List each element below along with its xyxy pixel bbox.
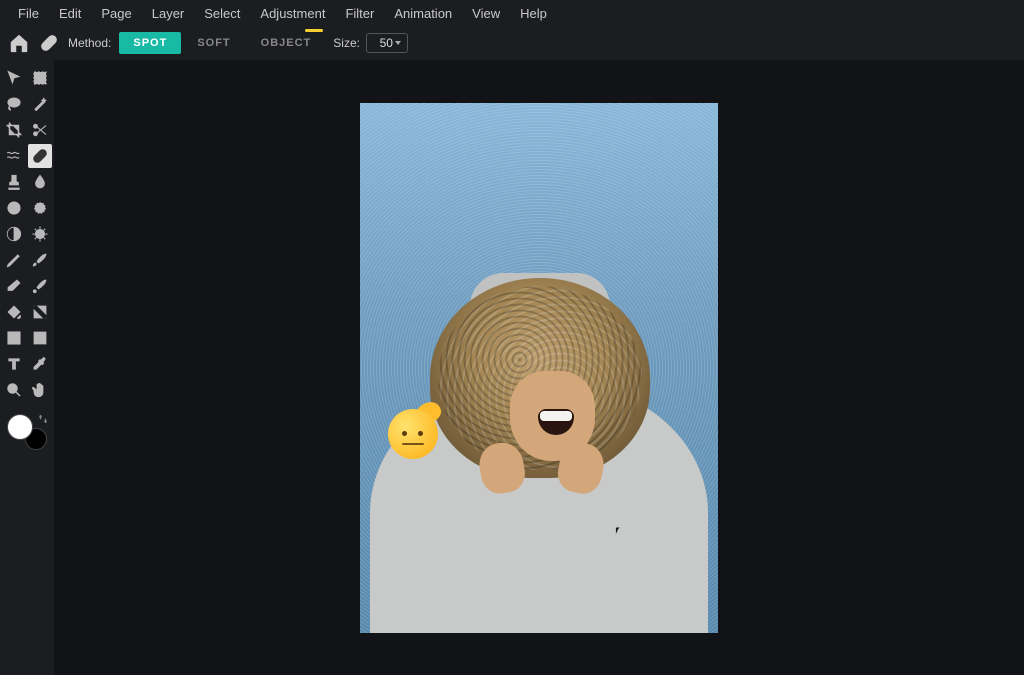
- canvas-area[interactable]: END: [54, 60, 1024, 675]
- menu-adjustment[interactable]: Adjustment: [250, 2, 335, 25]
- tool-scissors[interactable]: [28, 118, 52, 142]
- swap-colors-icon[interactable]: [37, 412, 49, 430]
- tool-hand[interactable]: [28, 378, 52, 402]
- tool-zoom[interactable]: [2, 378, 26, 402]
- method-spot[interactable]: SPOT: [119, 32, 181, 54]
- menu-filter[interactable]: Filter: [335, 2, 384, 25]
- chevron-down-icon: [395, 41, 401, 45]
- heal-tool-icon[interactable]: [38, 32, 60, 54]
- tool-stamp[interactable]: [2, 170, 26, 194]
- menu-page[interactable]: Page: [91, 2, 141, 25]
- tool-sponge[interactable]: [28, 222, 52, 246]
- method-buttons: SPOT SOFT OBJECT: [119, 32, 325, 54]
- tool-fill[interactable]: [2, 300, 26, 324]
- menu-layer[interactable]: Layer: [142, 2, 195, 25]
- menu-file[interactable]: File: [8, 2, 49, 25]
- menu-help[interactable]: Help: [510, 2, 557, 25]
- menu-view[interactable]: View: [462, 2, 510, 25]
- foreground-color-swatch[interactable]: [7, 414, 33, 440]
- method-object[interactable]: OBJECT: [247, 32, 326, 54]
- color-swatches[interactable]: [7, 414, 47, 454]
- tool-liquify[interactable]: [2, 144, 26, 168]
- tool-sidebar: [0, 60, 54, 675]
- method-soft[interactable]: SOFT: [183, 32, 244, 54]
- menu-edit[interactable]: Edit: [49, 2, 91, 25]
- tool-frame[interactable]: [28, 326, 52, 350]
- size-input[interactable]: 50: [366, 33, 408, 53]
- canvas-image[interactable]: END: [360, 103, 718, 633]
- tool-blur[interactable]: [28, 170, 52, 194]
- tool-pointer[interactable]: [2, 66, 26, 90]
- tool-text[interactable]: [2, 352, 26, 376]
- method-label: Method:: [68, 36, 111, 50]
- size-value: 50: [373, 36, 393, 50]
- tool-pencil[interactable]: [2, 248, 26, 272]
- tool-wand[interactable]: [28, 92, 52, 116]
- size-label: Size:: [333, 36, 360, 50]
- tool-eyedropper[interactable]: [28, 352, 52, 376]
- tool-crop[interactable]: [2, 118, 26, 142]
- tool-heal[interactable]: [28, 144, 52, 168]
- tool-disperse[interactable]: [2, 196, 26, 220]
- size-field: Size: 50: [333, 33, 408, 53]
- tool-gradient[interactable]: [28, 300, 52, 324]
- tool-dodge[interactable]: [2, 222, 26, 246]
- photo-mouth: [538, 409, 574, 435]
- tool-sharpen[interactable]: [28, 196, 52, 220]
- menu-select[interactable]: Select: [194, 2, 250, 25]
- options-bar: Method: SPOT SOFT OBJECT Size: 50: [0, 26, 1024, 60]
- menu-animation[interactable]: Animation: [384, 2, 462, 25]
- tool-replace-color[interactable]: [28, 274, 52, 298]
- tool-marquee[interactable]: [28, 66, 52, 90]
- tool-brush[interactable]: [28, 248, 52, 272]
- tool-eraser[interactable]: [2, 274, 26, 298]
- tool-lasso[interactable]: [2, 92, 26, 116]
- menu-bar: File Edit Page Layer Select Adjustment F…: [0, 0, 1024, 26]
- home-icon[interactable]: [8, 32, 30, 54]
- emoji-sticker[interactable]: [385, 403, 441, 459]
- tool-shape[interactable]: [2, 326, 26, 350]
